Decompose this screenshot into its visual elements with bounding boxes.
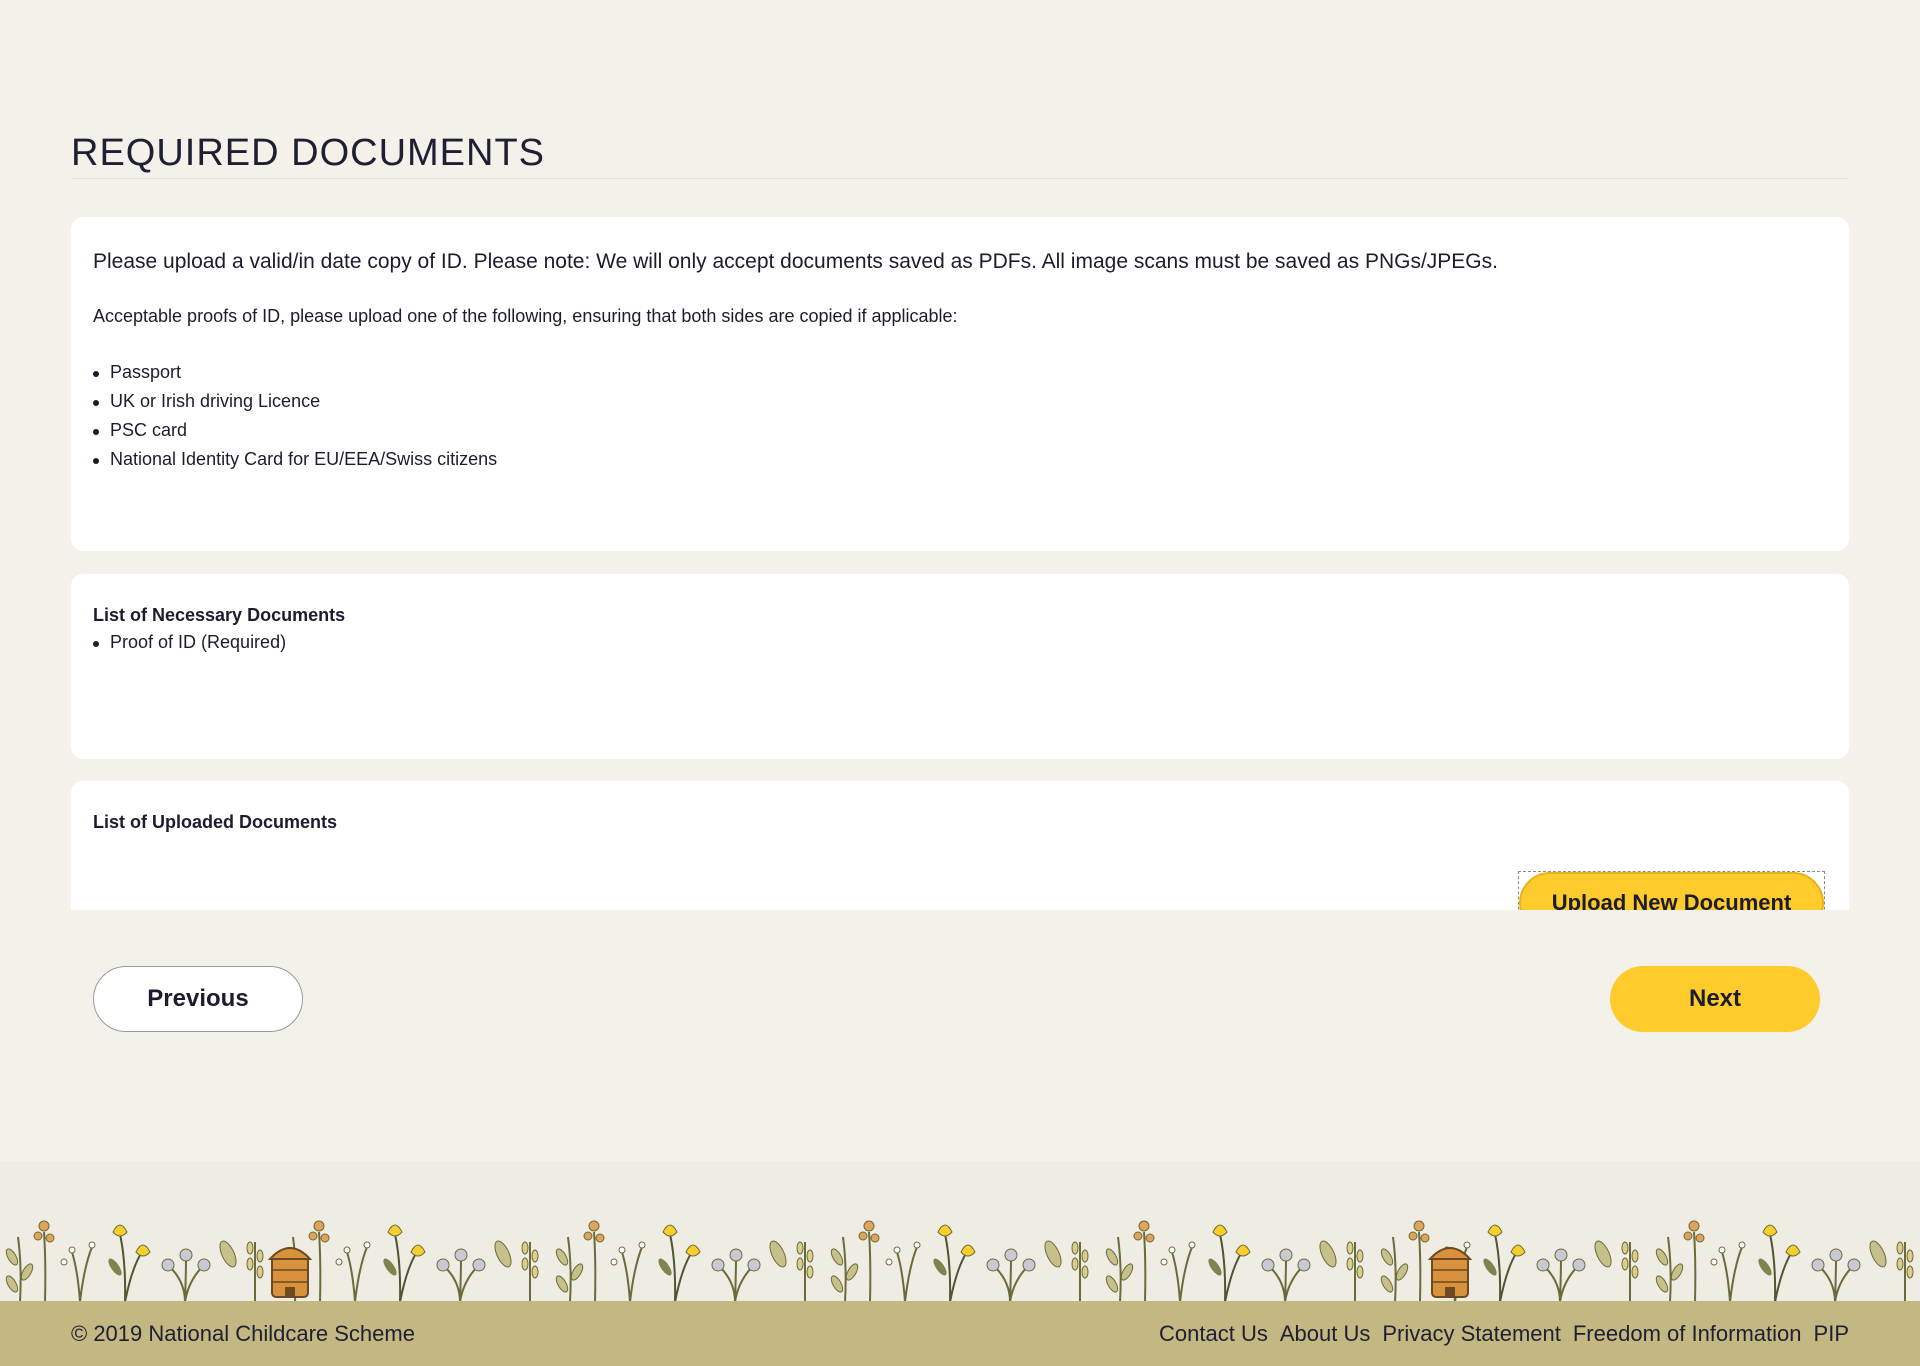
footer-link-pip[interactable]: PIP [1814,1321,1849,1347]
necessary-documents-card: List of Necessary Documents Proof of ID … [71,574,1849,759]
footer-link-about-us[interactable]: About Us [1280,1321,1371,1347]
list-item: Passport [93,358,497,387]
list-item: UK or Irish driving Licence [93,387,497,416]
copyright-text: © 2019 National Childcare Scheme [71,1321,415,1346]
beehive-icon [267,1247,313,1298]
list-item: National Identity Card for EU/EEA/Swiss … [93,445,497,474]
list-item: Proof of ID (Required) [93,628,286,657]
acceptable-id-note: Acceptable proofs of ID, please upload o… [93,306,958,326]
footer-link-contact-us[interactable]: Contact Us [1159,1321,1268,1347]
title-divider [71,178,1849,179]
id-types-list: Passport UK or Irish driving Licence PSC… [93,358,497,474]
footer: © 2019 National Childcare Scheme Contact… [0,1301,1920,1366]
uploaded-documents-heading: List of Uploaded Documents [93,812,338,832]
previous-button[interactable]: Previous [93,966,303,1032]
page-title: REQUIRED DOCUMENTS [71,132,546,174]
upload-instructions: Please upload a valid/in date copy of ID… [93,250,1498,273]
beehive-icon [1427,1247,1473,1298]
upload-new-document-button[interactable]: Upload New Document [1519,872,1824,910]
page: REQUIRED DOCUMENTS Please upload a valid… [0,0,1920,1366]
footer-link-freedom-of-information[interactable]: Freedom of Information [1573,1321,1802,1347]
necessary-documents-heading: List of Necessary Documents [93,605,346,625]
next-button[interactable]: Next [1610,966,1820,1032]
list-item: PSC card [93,416,497,445]
footer-links: Contact Us About Us Privacy Statement Fr… [1159,1321,1849,1347]
necessary-documents-list: Proof of ID (Required) [93,628,286,657]
instructions-card: Please upload a valid/in date copy of ID… [71,217,1849,551]
floral-border-icon [3,1220,1914,1302]
upload-button-focus-ring: Upload New Document [1518,871,1825,910]
uploaded-documents-card: List of Uploaded Documents Upload New Do… [71,781,1849,910]
footer-link-privacy-statement[interactable]: Privacy Statement [1382,1321,1561,1347]
